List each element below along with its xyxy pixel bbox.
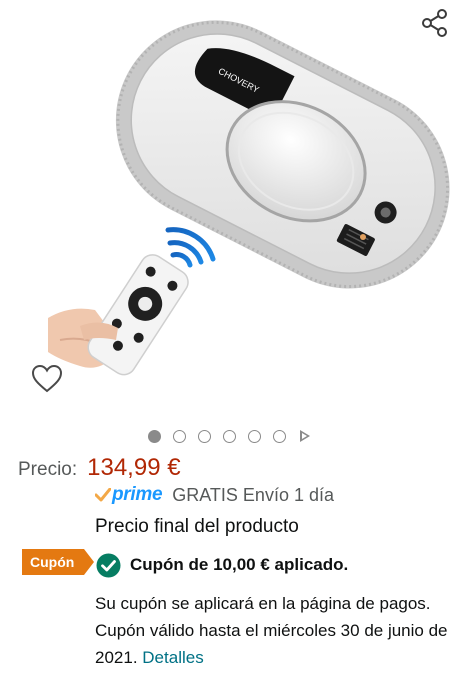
- prime-delivery: prime GRATIS Envío 1 día: [95, 484, 334, 506]
- check-circle-icon: [96, 553, 121, 578]
- carousel-dot-3[interactable]: [198, 429, 211, 443]
- prime-logo: prime: [112, 484, 163, 505]
- carousel-dot-2[interactable]: [173, 429, 186, 443]
- signal-waves-icon: [165, 227, 216, 268]
- price-label: Precio:: [18, 459, 78, 480]
- add-to-wishlist-button[interactable]: [30, 362, 64, 396]
- remote-control: [87, 254, 189, 376]
- product-image[interactable]: CHOVERY: [0, 0, 475, 400]
- price-value: 134,99 €: [87, 454, 181, 481]
- image-carousel-indicator: [148, 428, 310, 444]
- share-button[interactable]: [418, 6, 452, 40]
- coupon-note: Su cupón se aplicará en la página de pag…: [95, 590, 465, 671]
- carousel-dot-6[interactable]: [273, 429, 286, 443]
- share-icon: [422, 9, 447, 37]
- video-play-icon[interactable]: [300, 430, 310, 442]
- price-row: Precio: 134,99 €: [18, 454, 181, 482]
- coupon-badge: Cupón: [22, 549, 95, 575]
- final-price-note: Precio final del producto: [95, 516, 299, 537]
- carousel-dot-1[interactable]: [148, 429, 161, 443]
- heart-icon: [31, 364, 63, 393]
- prime-check-icon: [95, 488, 111, 502]
- carousel-dot-5[interactable]: [248, 429, 261, 443]
- carousel-dot-4[interactable]: [223, 429, 236, 443]
- coupon-applied-text: Cupón de 10,00 € aplicado.: [130, 555, 349, 574]
- details-link[interactable]: Detalles: [142, 648, 203, 667]
- delivery-text: GRATIS Envío 1 día: [172, 484, 334, 505]
